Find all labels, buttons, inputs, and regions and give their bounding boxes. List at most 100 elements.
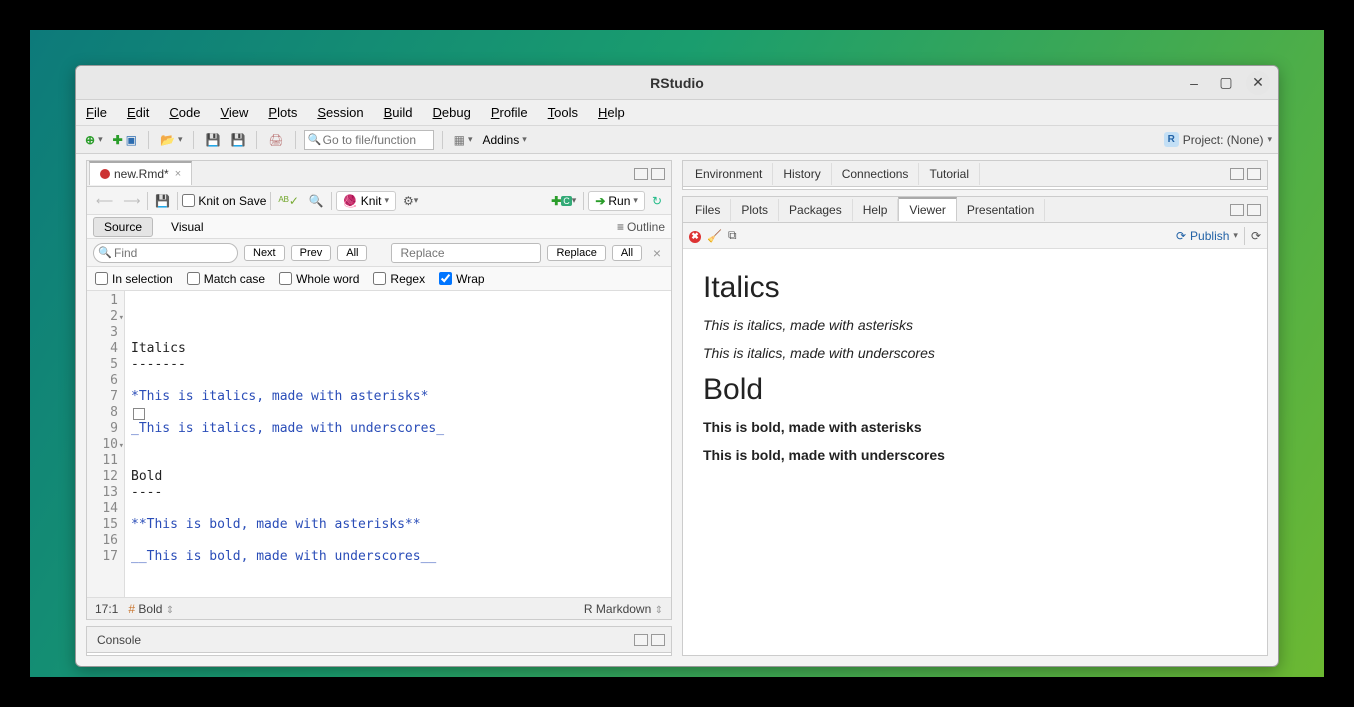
menu-code[interactable]: Code	[165, 103, 204, 122]
new-file-button[interactable]: ⊕▾	[82, 131, 106, 149]
outline-button[interactable]: ≡ Outline	[617, 220, 665, 234]
code-line[interactable]	[131, 565, 665, 581]
source-editor[interactable]: 12▾345678910▾11121314151617 Italics-----…	[87, 291, 671, 597]
code-line[interactable]	[131, 581, 665, 597]
code-line[interactable]: Bold	[131, 469, 665, 485]
code-line[interactable]	[131, 533, 665, 549]
env-max-button[interactable]	[1247, 168, 1261, 180]
close-button[interactable]: ✕	[1246, 71, 1270, 95]
code-line[interactable]: Italics	[131, 341, 665, 357]
code-line[interactable]	[131, 437, 665, 453]
new-project-button[interactable]: ✚▣	[110, 131, 140, 149]
save-doc-button[interactable]: 💾	[152, 193, 173, 209]
console-max-button[interactable]	[651, 634, 665, 646]
tab-help[interactable]: Help	[853, 199, 899, 221]
minimize-button[interactable]: –	[1182, 71, 1206, 95]
menu-debug[interactable]: Debug	[429, 103, 475, 122]
tab-viewer[interactable]: Viewer	[898, 197, 956, 221]
match-case-checkbox[interactable]: Match case	[187, 272, 265, 286]
source-pane: new.Rmd* × ⟵ ⟶ 💾	[86, 160, 672, 620]
tab-tutorial[interactable]: Tutorial	[919, 163, 980, 185]
code-line[interactable]: __This is bold, made with underscores__	[131, 549, 665, 565]
tab-environment[interactable]: Environment	[685, 163, 773, 185]
code-line[interactable]	[131, 373, 665, 389]
tab-files[interactable]: Files	[685, 199, 731, 221]
viewer-max-button[interactable]	[1247, 204, 1261, 216]
code-line[interactable]: **This is bold, made with asterisks**	[131, 517, 665, 533]
insert-chunk-button[interactable]: ✚C▾	[548, 193, 579, 209]
run-button[interactable]: ➔Run▾	[588, 191, 645, 211]
menu-file[interactable]: File	[82, 103, 111, 122]
menu-tools[interactable]: Tools	[544, 103, 582, 122]
menu-view[interactable]: View	[216, 103, 252, 122]
refresh-viewer-button[interactable]: ⟳	[1251, 229, 1261, 243]
menu-plots[interactable]: Plots	[264, 103, 301, 122]
visual-mode-button[interactable]: Visual	[161, 218, 213, 236]
clear-viewer-button[interactable]: ✖	[689, 228, 701, 243]
menu-session[interactable]: Session	[313, 103, 367, 122]
code-line[interactable]: *This is italics, made with asterisks*	[131, 389, 665, 405]
menu-profile[interactable]: Profile	[487, 103, 532, 122]
menu-build[interactable]: Build	[380, 103, 417, 122]
open-file-button[interactable]: 📂▾	[157, 131, 185, 149]
replace-input[interactable]	[391, 243, 541, 263]
cursor-position: 17:1	[95, 602, 118, 616]
knit-button[interactable]: 🧶Knit▾	[336, 191, 396, 211]
panes-button[interactable]: ▦▾	[451, 131, 476, 149]
menu-help[interactable]: Help	[594, 103, 629, 122]
project-menu[interactable]: R Project: (None) ▾	[1164, 132, 1272, 147]
tab-plots[interactable]: Plots	[731, 199, 779, 221]
replace-all-button[interactable]: All	[612, 245, 642, 261]
print-button[interactable]: 🖨	[265, 131, 286, 149]
back-button[interactable]: ⟵	[93, 193, 116, 209]
code-line[interactable]	[131, 501, 665, 517]
code-line[interactable]	[131, 405, 665, 421]
wrap-checkbox[interactable]: Wrap	[439, 272, 484, 286]
close-find-icon[interactable]: ×	[649, 245, 665, 261]
tab-presentation[interactable]: Presentation	[957, 199, 1045, 221]
console-label: Console	[89, 629, 149, 651]
find-input[interactable]	[93, 243, 238, 263]
forward-button[interactable]: ⟶	[120, 193, 143, 209]
publish-button[interactable]: ⟳Publish▾	[1176, 229, 1238, 243]
tab-connections[interactable]: Connections	[832, 163, 920, 185]
knit-on-save-checkbox[interactable]: Knit on Save	[182, 194, 266, 208]
tab-packages[interactable]: Packages	[779, 199, 853, 221]
code-line[interactable]	[131, 453, 665, 469]
maximize-button[interactable]: ▢	[1214, 71, 1238, 95]
code-line[interactable]: -------	[131, 357, 665, 373]
viewer-min-button[interactable]	[1230, 204, 1244, 216]
spellcheck-button[interactable]: ᴬᴮ✓	[275, 193, 301, 209]
goto-file-input[interactable]	[304, 130, 434, 150]
rerun-button[interactable]: ↻	[649, 193, 665, 209]
rmd-icon	[100, 169, 110, 179]
find-prev-button[interactable]: Prev	[291, 245, 332, 261]
env-min-button[interactable]	[1230, 168, 1244, 180]
console-min-button[interactable]	[634, 634, 648, 646]
whole-word-checkbox[interactable]: Whole word	[279, 272, 359, 286]
popout-button[interactable]: ⧉	[728, 228, 737, 243]
find-button[interactable]: 🔍	[306, 193, 327, 209]
save-button[interactable]: 💾	[202, 131, 223, 149]
tab-history[interactable]: History	[773, 163, 831, 185]
find-next-button[interactable]: Next	[244, 245, 285, 261]
close-tab-icon[interactable]: ×	[175, 168, 181, 180]
find-all-button[interactable]: All	[337, 245, 367, 261]
file-tab[interactable]: new.Rmd* ×	[89, 161, 192, 185]
pane-min-button[interactable]	[634, 168, 648, 180]
broom-button[interactable]: 🧹	[707, 229, 722, 243]
code-line[interactable]: ----	[131, 485, 665, 501]
regex-checkbox[interactable]: Regex	[373, 272, 425, 286]
addins-button[interactable]: Addins ▾	[480, 131, 530, 149]
preview-italics-underscores: This is italics, made with underscores	[703, 345, 935, 361]
code-line[interactable]: _This is italics, made with underscores_	[131, 421, 665, 437]
menu-edit[interactable]: Edit	[123, 103, 153, 122]
settings-button[interactable]: ⚙▾	[400, 193, 421, 209]
source-mode-button[interactable]: Source	[93, 217, 153, 237]
in-selection-checkbox[interactable]: In selection	[95, 272, 173, 286]
pane-max-button[interactable]	[651, 168, 665, 180]
language-mode[interactable]: R Markdown ⇕	[584, 602, 663, 616]
section-nav[interactable]: # Bold ⇕	[128, 602, 174, 616]
replace-button[interactable]: Replace	[547, 245, 605, 261]
save-all-button[interactable]: 💾	[227, 131, 248, 149]
